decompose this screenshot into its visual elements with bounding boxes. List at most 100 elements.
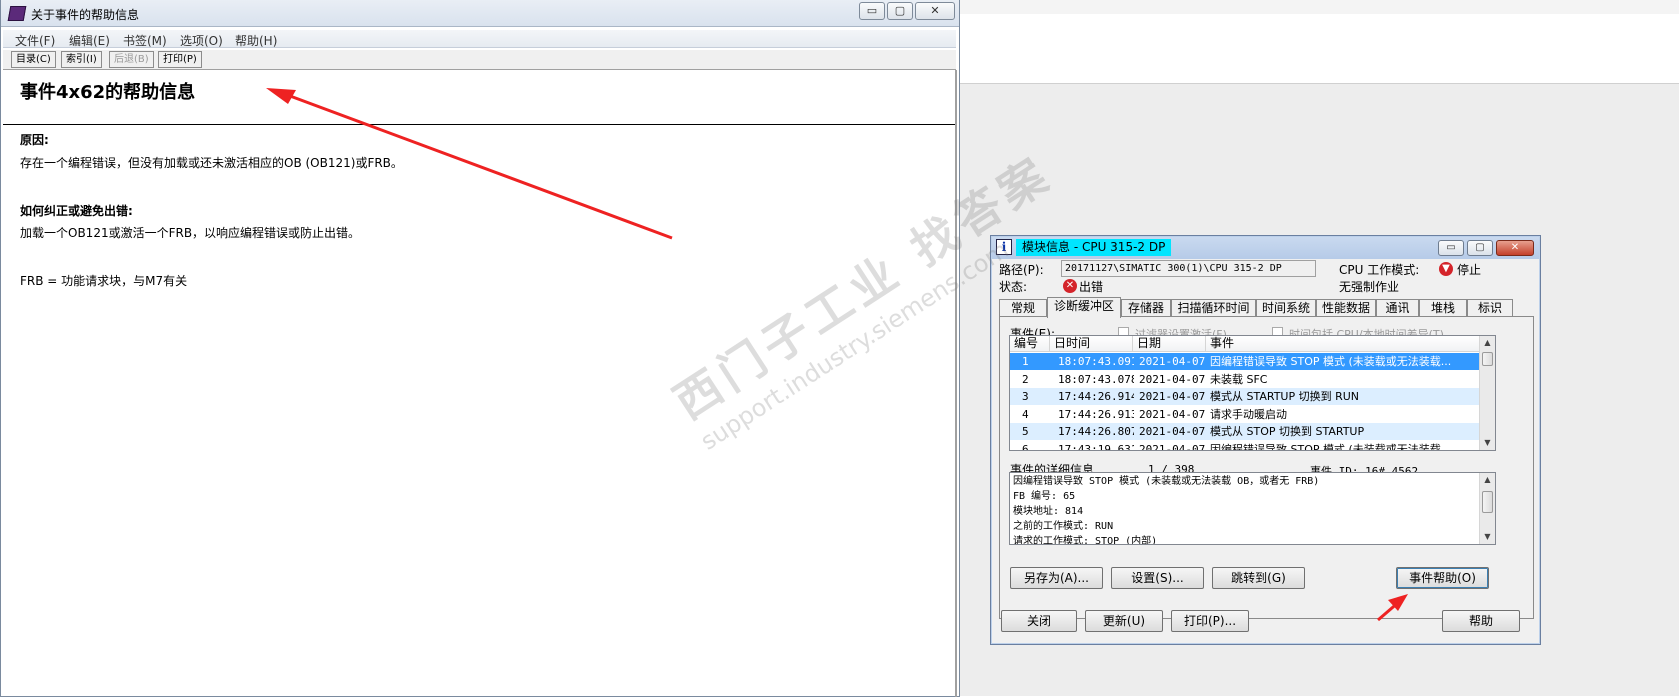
event-number-cell: 2 <box>1022 372 1029 386</box>
module-info-window: i 模块信息 - CPU 315-2 DP ▭ ▢ ✕ 路径(P): 20171… <box>990 235 1541 645</box>
close-button[interactable]: ✕ <box>915 2 955 20</box>
info-icon: i <box>996 239 1012 255</box>
details-scrollbar[interactable]: ▲ ▼ <box>1479 473 1495 544</box>
detail-line: 因编程错误导致 STOP 模式 (未装载或无法装载 OB，或者无 FRB) <box>1013 476 1320 487</box>
save-as-button[interactable]: 另存为(A)... <box>1010 567 1103 589</box>
tab-communication[interactable]: 通讯 <box>1376 299 1419 317</box>
event-description-cell: 未装载 SFC <box>1210 372 1268 386</box>
event-description-cell: 请求手动暖启动 <box>1210 407 1287 421</box>
menu-help[interactable]: 帮助(H) <box>235 32 277 49</box>
event-date-cell: 2021-04-07 <box>1139 372 1206 386</box>
module-restore-button[interactable]: ▢ <box>1467 240 1493 256</box>
forcing-status: 无强制作业 <box>1339 280 1400 294</box>
back-button[interactable]: 后退(B) <box>109 51 154 68</box>
module-titlebar: i 模块信息 - CPU 315-2 DP ▭ ▢ ✕ <box>992 237 1539 259</box>
event-date-cell: 2021-04-07 <box>1139 425 1206 438</box>
event-row[interactable]: 3 17:44:26.914 2021-04-07 模式从 STARTUP 切换到 R… <box>1010 388 1480 405</box>
column-header-event[interactable]: 事件 <box>1206 336 1480 352</box>
cpu-mode-label: CPU 工作模式: <box>1339 263 1420 277</box>
event-time-cell: 17:44:26.914 <box>1058 390 1134 403</box>
event-help-button[interactable]: 事件帮助(O) <box>1396 567 1489 589</box>
event-date-cell: 2021-04-07 <box>1139 390 1206 403</box>
help-menubar: 文件(F) 编辑(E) 书签(M) 选项(O) 帮助(H) <box>3 30 956 48</box>
event-number-cell: 3 <box>1022 390 1029 403</box>
background-panel <box>960 14 1679 84</box>
path-label: 路径(P): <box>999 263 1044 277</box>
event-list-scrollbar[interactable]: ▲ ▼ <box>1479 336 1495 450</box>
cause-text: 存在一个编程错误，但没有加载或还未激活相应的OB (OB121)或FRB。 <box>20 156 403 170</box>
help-divider <box>3 124 955 125</box>
event-row[interactable]: 4 17:44:26.913 2021-04-07 请求手动暖启动 <box>1010 406 1480 423</box>
event-details-box[interactable]: 因编程错误导致 STOP 模式 (未装载或无法装载 OB，或者无 FRB) FB… <box>1009 472 1496 545</box>
event-number-cell: 4 <box>1022 407 1029 421</box>
tab-diagnostic-buffer[interactable]: 诊断缓冲区 <box>1047 297 1121 318</box>
event-row[interactable]: 5 17:44:26.807 2021-04-07 模式从 STOP 切换到 STAR… <box>1010 423 1480 440</box>
fix-text: 加载一个OB121或激活一个FRB，以响应编程错误或防止出错。 <box>20 226 361 240</box>
event-number-cell: 5 <box>1022 425 1029 438</box>
tab-strip: 常规 诊断缓冲区 存储器 扫描循环时间 时间系统 性能数据 通讯 堆栈 标识 <box>999 297 1534 318</box>
column-header-date[interactable]: 日期 <box>1133 336 1206 352</box>
help-titlebar: 关于事件的帮助信息 ▭ ▢ ✕ <box>1 0 959 27</box>
error-status-icon: ✕ <box>1063 279 1077 293</box>
column-header-number[interactable]: 编号 <box>1010 336 1050 352</box>
scroll-up-icon[interactable]: ▲ <box>1480 336 1495 350</box>
scroll-down-icon[interactable]: ▼ <box>1480 530 1495 544</box>
menu-options[interactable]: 选项(O) <box>180 32 223 49</box>
event-row[interactable]: 2 18:07:43.078 2021-04-07 未装载 SFC <box>1010 371 1480 388</box>
tab-scan-cycle-time[interactable]: 扫描循环时间 <box>1171 299 1256 317</box>
help-window-title: 关于事件的帮助信息 <box>31 8 140 22</box>
detail-line: 模块地址: 814 <box>1013 506 1084 517</box>
event-number-cell: 1 <box>1022 355 1029 368</box>
event-date-cell: 2021-04-07 <box>1139 442 1206 451</box>
menu-file[interactable]: 文件(F) <box>15 32 55 49</box>
event-time-cell: 18:07:43.078 <box>1058 372 1134 386</box>
event-number-cell: 6 <box>1022 442 1029 451</box>
scroll-down-icon[interactable]: ▼ <box>1480 436 1495 450</box>
module-close-button[interactable]: ✕ <box>1496 240 1534 256</box>
tab-identification[interactable]: 标识 <box>1467 299 1513 317</box>
background-toolbar <box>960 0 1679 14</box>
settings-button[interactable]: 设置(S)... <box>1111 567 1204 589</box>
restore-button[interactable]: ▢ <box>887 2 913 20</box>
detail-line: FB 编号: 65 <box>1013 491 1076 502</box>
detail-line: 请求的工作模式: STOP (内部) <box>1013 536 1158 545</box>
event-time-cell: 17:43:19.631 <box>1058 442 1134 451</box>
frb-note: FRB = 功能请求块，与M7有关 <box>20 274 188 288</box>
event-row[interactable]: 1 18:07:43.091 2021-04-07 因编程错误导致 STOP 模式 (… <box>1010 353 1480 370</box>
index-button[interactable]: 索引(I) <box>61 51 102 68</box>
print-dialog-button[interactable]: 打印(P)... <box>1171 610 1249 632</box>
menu-bookmark[interactable]: 书签(M) <box>123 32 167 49</box>
tab-time-system[interactable]: 时间系统 <box>1256 299 1316 317</box>
close-dialog-button[interactable]: 关闭 <box>1001 610 1077 632</box>
status-value: 出错 <box>1079 280 1104 294</box>
help-frame-edge <box>955 70 957 697</box>
column-header-time[interactable]: 日时间 <box>1050 336 1133 352</box>
print-button[interactable]: 打印(P) <box>158 51 202 68</box>
tab-memory[interactable]: 存储器 <box>1121 299 1171 317</box>
scroll-up-icon[interactable]: ▲ <box>1480 473 1495 487</box>
module-minimize-button[interactable]: ▭ <box>1438 240 1464 256</box>
minimize-button[interactable]: ▭ <box>859 2 885 20</box>
update-button[interactable]: 更新(U) <box>1085 610 1163 632</box>
tab-performance-data[interactable]: 性能数据 <box>1316 299 1376 317</box>
menu-edit[interactable]: 编辑(E) <box>69 32 110 49</box>
help-book-icon <box>7 6 27 21</box>
path-field[interactable]: 20171127\SIMATIC 300(1)\CPU 315-2 DP <box>1061 260 1316 277</box>
event-list[interactable]: 编号 日时间 日期 事件 1 18:07:43.091 2021-04-07 因编程错… <box>1009 335 1496 451</box>
event-row[interactable]: 6 17:43:19.631 2021-04-07 因编程错误导致 STOP 模式 (… <box>1010 441 1480 451</box>
goto-button[interactable]: 跳转到(G) <box>1212 567 1305 589</box>
tab-general[interactable]: 常规 <box>999 299 1047 317</box>
help-button[interactable]: 帮助 <box>1442 610 1520 632</box>
scroll-thumb[interactable] <box>1482 491 1493 513</box>
help-toolbar: 目录(C) 索引(I) 后退(B) 打印(P) <box>3 50 956 70</box>
tab-stack[interactable]: 堆栈 <box>1419 299 1467 317</box>
module-window-title: 模块信息 - CPU 315-2 DP <box>1016 239 1172 256</box>
event-time-cell: 17:44:26.913 <box>1058 407 1134 421</box>
scroll-thumb[interactable] <box>1482 352 1493 366</box>
cause-label: 原因: <box>20 133 49 147</box>
cpu-mode-value: 停止 <box>1457 263 1482 277</box>
event-description-cell: 因编程错误导致 STOP 模式 (未装载或无法装载... <box>1210 355 1452 368</box>
help-heading: 事件4x62的帮助信息 <box>20 82 196 103</box>
contents-button[interactable]: 目录(C) <box>11 51 56 68</box>
event-description-cell: 模式从 STARTUP 切换到 RUN <box>1210 390 1360 403</box>
